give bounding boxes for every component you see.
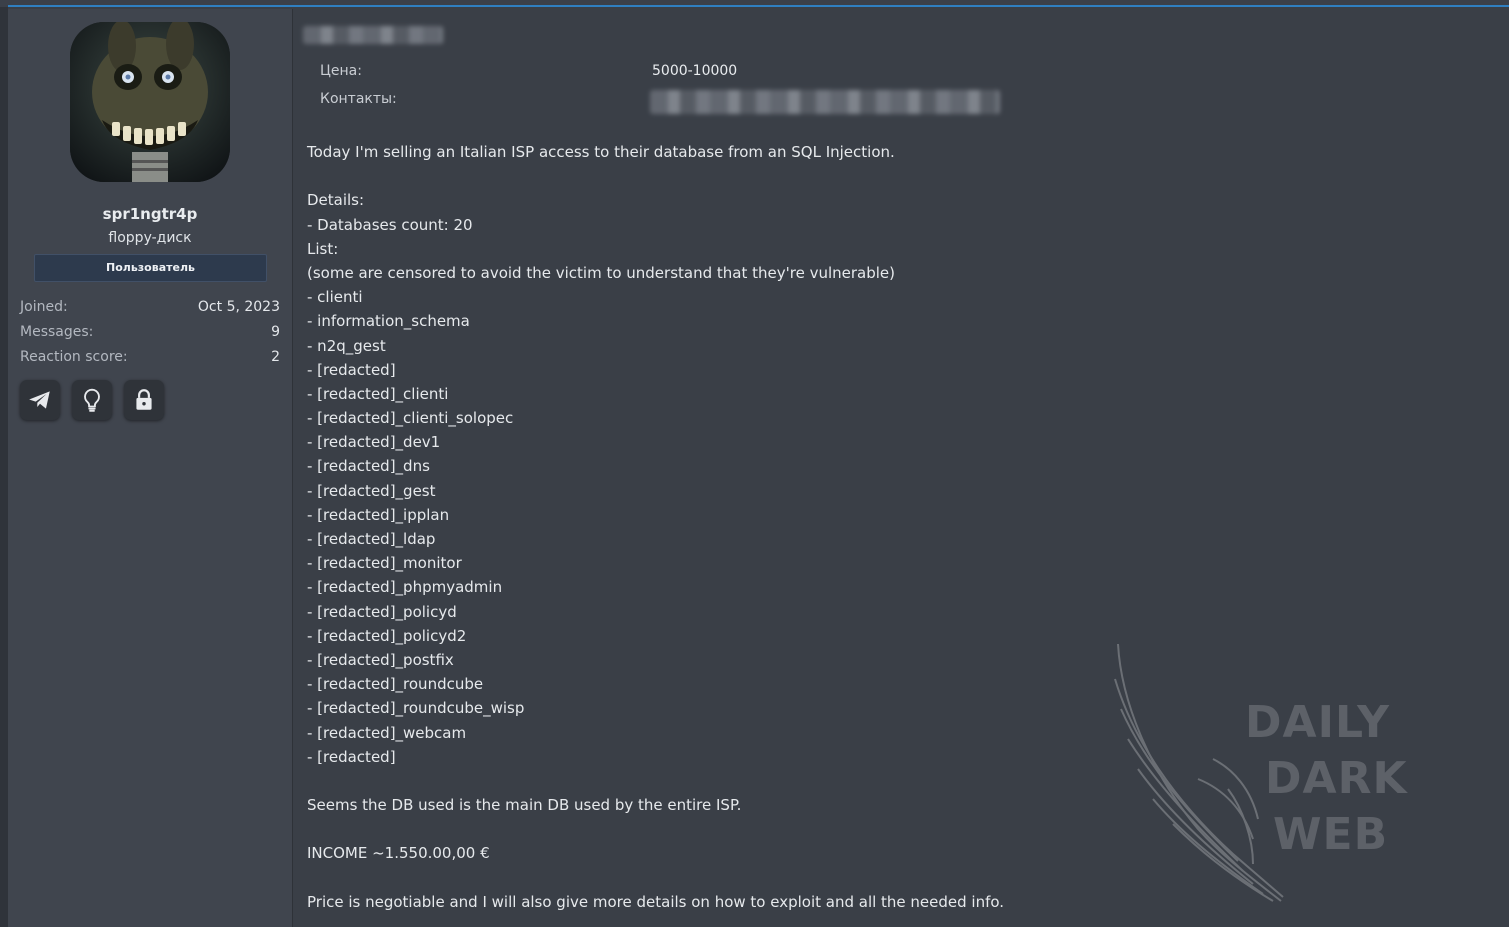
post-line: - [redacted]_monitor [307,554,462,573]
post-line [307,866,1207,890]
watermark: DAILY DARK WEB [1103,639,1503,919]
post-line [307,164,1207,188]
stat-label: Joined: [20,299,68,315]
post-line: - Databases count: 20 [307,215,473,234]
post-content: Цена: 5000-10000 Контакты: Today I'm sel… [293,9,1509,927]
post-line: - [redacted]_policyd2 [307,626,467,645]
user-title: floppy-диск [108,230,192,246]
post-line: - [redacted]_clienti [307,384,449,403]
post-line: - [redacted]_roundcube [307,675,484,694]
price-label: Цена: [320,63,362,79]
stat-reaction-score: Reaction score: 2 [20,349,280,365]
post-line: - [redacted]_webcam [307,723,467,742]
lock-icon [136,389,152,410]
price-value: 5000-10000 [652,63,738,79]
post-line: - [redacted]_ldap [307,530,436,548]
post-line: (some are censored to avoid the victim t… [307,263,895,282]
post-line: - n2q_gest [307,336,386,355]
post-line: List: [307,239,339,258]
post-line: - [redacted]_dns [307,457,430,476]
stat-value: Oct 5, 2023 [197,299,280,315]
post-line: - [redacted]_ipplan [307,505,450,524]
telegram-icon [29,391,50,409]
post-line: - [redacted] [307,360,396,379]
post-line: - [redacted]_gest [307,481,436,500]
lightbulb-button[interactable] [72,380,112,420]
lightbulb-icon [84,388,100,412]
stat-value: 2 [271,349,280,365]
post-line [307,769,1207,793]
post-line: - [redacted]_dev1 [307,433,441,452]
post-line: - [redacted]_roundcube_wisp [307,699,525,718]
avatar-image [70,22,230,182]
stat-messages: Messages: 9 [20,324,280,340]
post-line: - [redacted]_postfix [307,650,454,669]
post-line: INCOME ~1.550.00,00 € [307,844,490,863]
page-frame [0,0,8,927]
post-line: - [redacted]_clienti_solopec [307,409,514,428]
stat-label: Messages: [20,324,94,340]
contacts-value-blur [650,90,1000,114]
lock-button[interactable] [124,380,164,420]
post-line: - [redacted]_policyd [307,602,457,621]
stat-label: Reaction score: [20,349,128,365]
post-line [307,817,1207,841]
post-line: - [redacted] [307,747,396,766]
post-line: - [redacted]_phpmyadmin [307,578,503,597]
post-body: Today I'm selling an Italian ISP access … [307,140,1207,914]
user-group-badge: Пользователь [34,254,267,282]
username[interactable]: spr1ngtr4p [8,205,292,223]
post-line: Price is negotiable and I will also give… [307,892,1005,911]
contacts-label: Контакты: [320,91,397,107]
stat-value[interactable]: 9 [271,324,280,340]
post-line: - information_schema [307,312,470,331]
user-sidebar: spr1ngtr4p floppy-диск Пользователь Join… [8,9,293,927]
post-line: - clienti [307,288,363,307]
post-line: Seems the DB used is the main DB used by… [307,796,742,815]
watermark-text-web: WEB [1273,809,1389,860]
watermark-text-daily: DAILY [1245,697,1390,748]
post-line: Today I'm selling an Italian ISP access … [307,143,895,161]
stat-joined: Joined: Oct 5, 2023 [20,299,280,315]
telegram-button[interactable] [20,380,60,420]
post-line: Details: [307,191,365,210]
watermark-text-dark: DARK [1265,753,1408,804]
top-accent-bar [0,0,1509,7]
avatar[interactable] [70,22,230,182]
redacted-title-blur [303,26,443,44]
